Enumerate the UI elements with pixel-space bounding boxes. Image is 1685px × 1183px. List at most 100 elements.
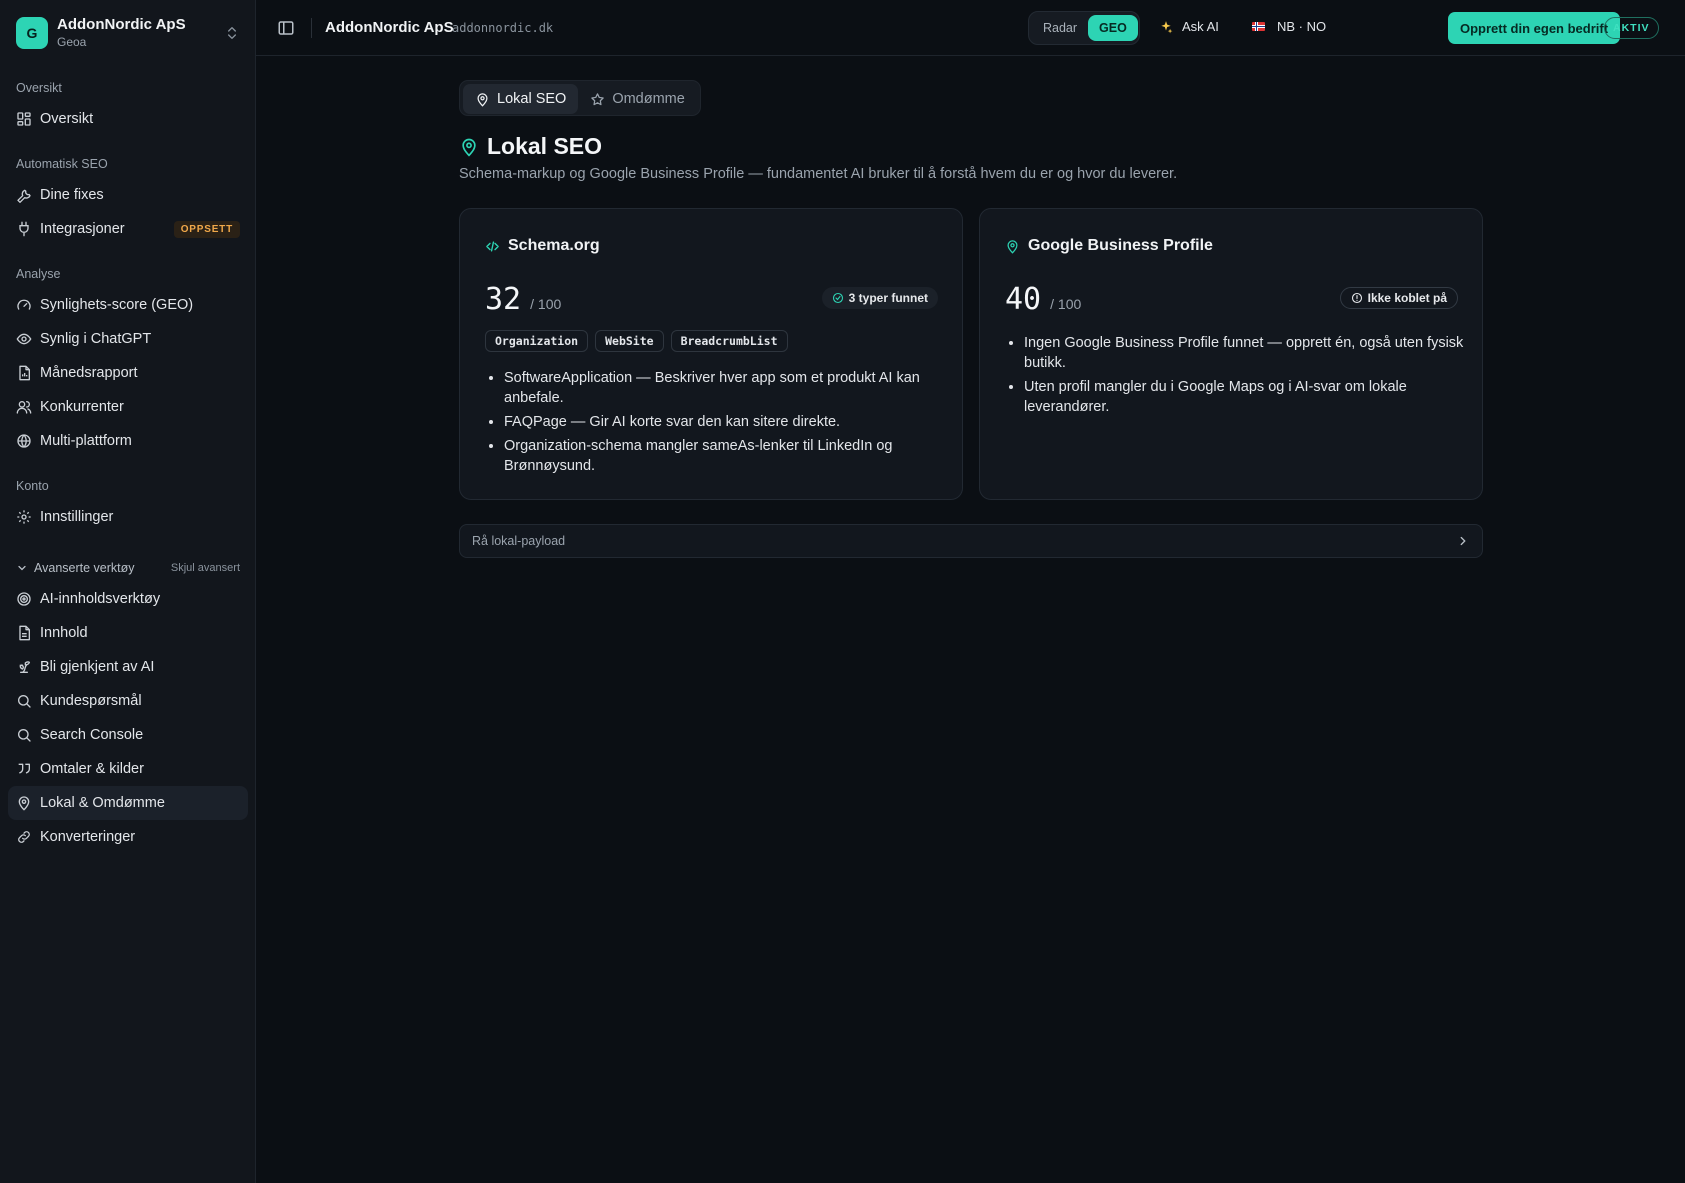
sidebar-item-label: Bli gjenkjent av AI	[40, 659, 155, 675]
site-domain: addonnordic.dk	[452, 21, 554, 35]
check-circle-icon	[832, 292, 843, 304]
card-header: Google Business Profile	[1005, 237, 1213, 255]
file-chart-icon	[19, 365, 30, 381]
sidebar-item-konkurrenter[interactable]: Konkurrenter	[8, 390, 248, 424]
document-icon	[19, 625, 30, 641]
divider	[311, 18, 312, 38]
workspace-name: AddonNordic ApS	[57, 16, 186, 33]
sidebar-item-label: Oversikt	[40, 111, 94, 127]
list-item: Ingen Google Business Profile funnet — o…	[1024, 333, 1464, 373]
mode-geo-button[interactable]: GEO	[1088, 15, 1138, 41]
card-title: Google Business Profile	[1028, 237, 1213, 254]
sidebar-item-synlighets-score[interactable]: Synlighets-score (GEO)	[8, 288, 248, 322]
plug-icon	[19, 221, 29, 237]
sidebar-item-label: Lokal & Omdømme	[40, 795, 165, 811]
sidebar-item-kundesporsmal[interactable]: Kundespørsmål	[8, 684, 248, 718]
create-company-button[interactable]: Opprett din egen bedrift	[1448, 12, 1621, 44]
globe-icon	[17, 434, 31, 448]
setup-badge: OPPSETT	[173, 220, 240, 238]
sidebar-item-label: Konverteringer	[40, 829, 136, 845]
sidebar-item-label: Dine fixes	[40, 187, 104, 203]
advanced-tools-toggle[interactable]: Avanserte verktøy Skjul avansert	[8, 554, 248, 582]
schema-score: 32 / 100	[485, 282, 561, 317]
sidebar-item-innhold[interactable]: Innhold	[8, 616, 248, 650]
ask-ai-label: Ask AI	[1182, 19, 1219, 34]
section-title-oversikt: Oversikt	[16, 81, 62, 95]
schema-type-chips: Organization WebSite BreadcrumbList	[485, 330, 788, 352]
sidebar-item-label: Kundespørsmål	[40, 693, 142, 709]
wrench-icon	[17, 189, 31, 203]
gauge-icon	[17, 299, 31, 310]
sidebar-item-ai-innholdsverktoy[interactable]: AI-innholdsverktøy	[8, 582, 248, 616]
sidebar-item-manedsrapport[interactable]: Månedsrapport	[8, 356, 248, 390]
schema-type-chip: BreadcrumbList	[670, 330, 788, 352]
quote-icon	[18, 763, 30, 774]
sidebar-item-lokal-omdomme[interactable]: Lokal & Omdømme	[8, 786, 248, 820]
raw-payload-label: Rå lokal-payload	[472, 534, 566, 548]
sidebar-item-bli-gjenkjent[interactable]: Bli gjenkjent av AI	[8, 650, 248, 684]
mode-radar-button[interactable]: Radar	[1032, 15, 1088, 41]
sidebar-item-multi-plattform[interactable]: Multi-plattform	[8, 424, 248, 458]
sprout-icon	[19, 661, 31, 673]
chevron-down-icon	[18, 565, 26, 571]
mode-toggle: Radar GEO	[1028, 11, 1140, 45]
sidebar-item-oversikt[interactable]: Oversikt	[8, 102, 248, 136]
ask-ai-button[interactable]: Ask AI	[1159, 19, 1219, 34]
recommendation-list: Ingen Google Business Profile funnet — o…	[1024, 333, 1464, 421]
sidebar-item-innstillinger[interactable]: Innstillinger	[8, 500, 248, 534]
dashboard-icon	[17, 112, 31, 126]
card-title: Schema.org	[508, 237, 600, 254]
sidebar-item-integrasjoner[interactable]: Integrasjoner OPPSETT	[8, 212, 248, 246]
tab-label: Lokal SEO	[497, 91, 567, 107]
tab-omdomme[interactable]: Omdømme	[578, 84, 697, 114]
topbar: AddonNordic ApS addonnordic.dk Radar GEO…	[256, 0, 1685, 56]
sidebar-item-label: Synlig i ChatGPT	[40, 331, 152, 347]
score-max: / 100	[1050, 296, 1082, 312]
page-title: Lokal SEO	[459, 133, 602, 160]
score-max: / 100	[530, 296, 562, 312]
language-selector[interactable]: NB · NO	[1252, 19, 1326, 34]
gear-icon	[17, 510, 31, 524]
section-title-konto: Konto	[16, 479, 49, 493]
hide-advanced-button[interactable]: Skjul avansert	[171, 562, 240, 574]
section-title-analyse: Analyse	[16, 267, 61, 281]
sidebar-item-dine-fixes[interactable]: Dine fixes	[8, 178, 248, 212]
map-pin-icon	[18, 796, 30, 811]
sidebar-item-search-console[interactable]: Search Console	[8, 718, 248, 752]
sidebar-item-synlig-chatgpt[interactable]: Synlig i ChatGPT	[8, 322, 248, 356]
schema-type-chip: Organization	[485, 330, 589, 352]
schema-card: Schema.org 32 / 100 3 typer funnet Organ…	[459, 208, 963, 500]
status-badge: AKTIV	[1604, 17, 1659, 39]
list-item: Uten profil mangler du i Google Maps og …	[1024, 377, 1464, 417]
list-item: SoftwareApplication — Beskriver hver app…	[504, 368, 944, 408]
sparkle-icon	[1161, 20, 1173, 33]
sidebar-item-label: Konkurrenter	[40, 399, 124, 415]
sidebar-item-omtaler-kilder[interactable]: Omtaler & kilder	[8, 752, 248, 786]
sidebar-toggle-icon[interactable]	[277, 19, 295, 37]
status-badge: 3 typer funnet	[821, 287, 938, 309]
sidebar-item-konverteringer[interactable]: Konverteringer	[8, 820, 248, 854]
code-icon	[486, 240, 499, 252]
workspace-logo: G	[16, 17, 48, 49]
list-item: Organization-schema mangler sameAs-lenke…	[504, 436, 944, 476]
sidebar-item-label: Månedsrapport	[40, 365, 138, 381]
search-icon	[18, 695, 31, 708]
language-label: NB · NO	[1277, 19, 1327, 34]
tab-lokal-seo[interactable]: Lokal SEO	[463, 84, 579, 114]
eye-icon	[16, 333, 32, 345]
search-icon	[18, 729, 31, 742]
sidebar-item-label: Multi-plattform	[40, 433, 132, 449]
sidebar-item-label: Synlighets-score (GEO)	[40, 297, 194, 313]
workspace-switcher[interactable]: G AddonNordic ApS Geoa	[16, 16, 240, 50]
chevron-right-icon	[1460, 536, 1466, 546]
gbp-score: 40 / 100	[1005, 282, 1081, 317]
sidebar-item-label: Innstillinger	[40, 509, 114, 525]
list-item: FAQPage — Gir AI korte svar den kan site…	[504, 412, 944, 432]
raw-payload-toggle[interactable]: Rå lokal-payload	[459, 524, 1483, 558]
alert-circle-icon	[1351, 292, 1362, 304]
map-pin-icon	[1007, 239, 1018, 254]
chevrons-up-down-icon[interactable]	[224, 25, 240, 41]
status-text: 3 typer funnet	[848, 291, 928, 305]
sidebar-item-label: AI-innholdsverktøy	[40, 591, 161, 607]
advanced-tools-title: Avanserte verktøy	[34, 561, 135, 575]
